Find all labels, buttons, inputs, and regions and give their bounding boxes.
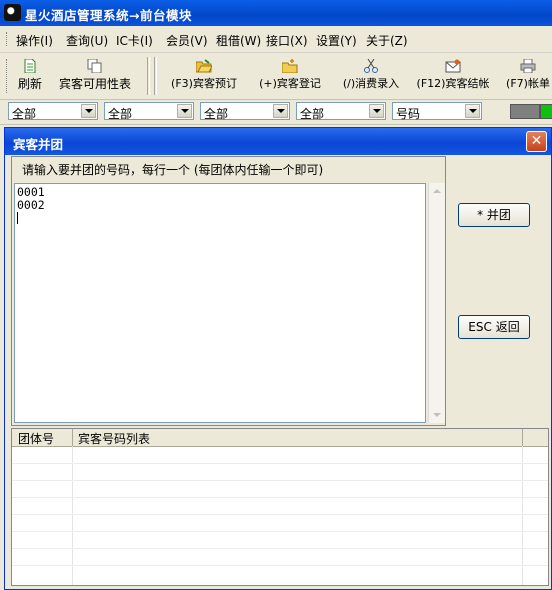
menu-interface[interactable]: 接口(X) <box>266 32 308 49</box>
chevron-down-icon[interactable] <box>81 104 96 118</box>
menu-member[interactable]: 会员(V) <box>166 32 208 49</box>
filter-combo-number-value: 号码 <box>396 107 421 121</box>
document-icon <box>24 59 36 73</box>
consume-button[interactable]: (/)消费录入 <box>335 55 407 97</box>
availability-label: 宾客可用性表 <box>58 77 131 91</box>
filter-combo-3-value: 全部 <box>204 107 229 121</box>
checkin-button[interactable]: (+)宾客登记 <box>250 55 330 97</box>
input-line-2: 0002 <box>17 198 45 212</box>
app-logo-icon <box>4 4 21 21</box>
chevron-down-icon[interactable] <box>273 104 288 118</box>
window-title: 星火酒店管理系统→前台模块 <box>25 8 192 23</box>
column-divider[interactable] <box>522 429 523 446</box>
menu-ic-card[interactable]: IC卡(I) <box>116 32 153 49</box>
filter-combo-1-value: 全部 <box>12 107 37 121</box>
table-header: 团体号 宾客号码列表 <box>12 429 548 447</box>
text-caret <box>17 212 18 224</box>
input-hint: 请输入要并团的号码，每行一个 (每团体内任输一个即可) <box>22 163 324 177</box>
filter-combo-number[interactable]: 号码 <box>392 102 482 121</box>
envelope-icon <box>445 59 461 73</box>
copy-icon <box>87 59 102 73</box>
status-indicator-gray <box>510 104 540 119</box>
bill-button[interactable]: (F7)帐单 <box>500 55 552 97</box>
grid-line <box>12 480 548 481</box>
input-panel: 请输入要并团的号码，每行一个 (每团体内任输一个即可) 0001 0002 <box>11 156 446 426</box>
main-title-bar: 星火酒店管理系统→前台模块 <box>0 0 552 26</box>
toolbar: 刷新 宾客可用性表 (F3)宾客预订 (+)宾客登记 (/)消费录入 (F12)… <box>0 53 552 100</box>
grid-line <box>12 497 548 498</box>
number-input[interactable]: 0001 0002 <box>14 183 426 423</box>
dialog-title: 宾客并团 <box>13 137 64 152</box>
column-divider[interactable] <box>72 429 73 446</box>
scroll-down-icon[interactable] <box>430 408 444 422</box>
close-button[interactable]: ✕ <box>526 131 547 152</box>
dialog-title-bar: 宾客并团 ✕ <box>5 128 551 155</box>
menu-rent[interactable]: 租借(W) <box>216 32 261 49</box>
column-guest-numbers[interactable]: 宾客号码列表 <box>78 430 150 447</box>
merge-group-dialog: 宾客并团 ✕ 请输入要并团的号码，每行一个 (每团体内任输一个即可) 0001 … <box>4 127 552 590</box>
grid-line <box>12 463 548 464</box>
grid-line <box>12 548 548 549</box>
filter-combo-4[interactable]: 全部 <box>296 102 386 121</box>
column-group-number[interactable]: 团体号 <box>18 430 54 447</box>
menu-query[interactable]: 查询(U) <box>66 32 108 49</box>
refresh-label: 刷新 <box>17 77 42 91</box>
printer-icon <box>520 59 536 73</box>
menu-bar: 操作(I) 查询(U) IC卡(I) 会员(V) 租借(W) 接口(X) 设置(… <box>0 26 552 53</box>
chevron-down-icon[interactable] <box>465 104 480 118</box>
filter-combo-4-value: 全部 <box>300 107 325 121</box>
input-scrollbar[interactable] <box>428 183 445 423</box>
menu-operate[interactable]: 操作(I) <box>16 32 53 49</box>
filter-combo-2-value: 全部 <box>108 107 133 121</box>
consume-label: (/)消费录入 <box>342 77 400 90</box>
filter-combo-2[interactable]: 全部 <box>104 102 194 121</box>
folder-new-icon <box>282 59 298 73</box>
folder-open-icon <box>196 59 212 73</box>
filter-combo-3[interactable]: 全部 <box>200 102 290 121</box>
grid-line <box>12 514 548 515</box>
filter-combo-1[interactable]: 全部 <box>8 102 98 121</box>
status-indicator-green <box>540 104 552 119</box>
bill-label: (F7)帐单 <box>506 77 550 90</box>
checkin-label: (+)宾客登记 <box>259 77 321 90</box>
availability-button[interactable]: 宾客可用性表 <box>50 55 140 97</box>
checkout-label: (F12)宾客结帐 <box>416 77 490 90</box>
group-table[interactable]: 团体号 宾客号码列表 <box>11 428 549 586</box>
scroll-up-icon[interactable] <box>430 184 444 198</box>
scissors-icon <box>364 59 378 73</box>
toolbar-separator <box>147 57 150 95</box>
filter-bar: 全部 全部 全部 全部 号码 <box>0 100 552 125</box>
merge-button[interactable]: * 并团 <box>458 203 530 227</box>
menu-about[interactable]: 关于(Z) <box>366 32 408 49</box>
menu-settings[interactable]: 设置(Y) <box>316 32 357 49</box>
toolbar-grip <box>6 59 10 93</box>
chevron-down-icon[interactable] <box>177 104 192 118</box>
menu-grip <box>6 32 10 46</box>
refresh-button[interactable]: 刷新 <box>14 55 46 97</box>
reservation-button[interactable]: (F3)宾客预订 <box>163 55 245 97</box>
checkout-button[interactable]: (F12)宾客结帐 <box>410 55 496 97</box>
grid-line <box>12 565 548 566</box>
input-line-1: 0001 <box>17 185 45 199</box>
grid-line <box>12 531 548 532</box>
back-button[interactable]: ESC 返回 <box>458 315 530 339</box>
reservation-label: (F3)宾客预订 <box>171 77 237 90</box>
toolbar-separator <box>154 57 157 95</box>
chevron-down-icon[interactable] <box>369 104 384 118</box>
